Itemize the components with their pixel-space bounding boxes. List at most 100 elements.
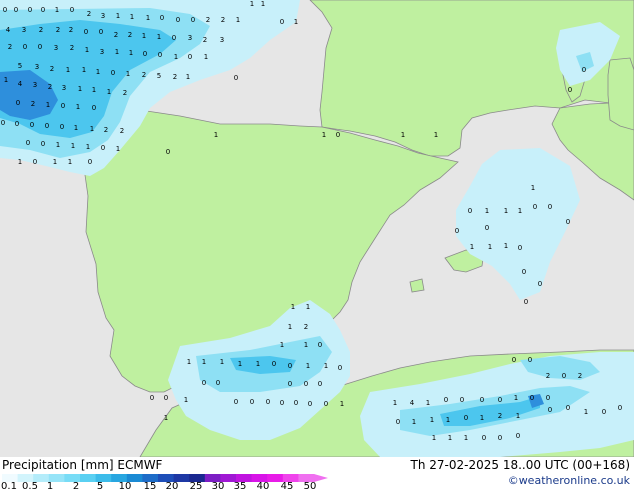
- colorbar-segment: [80, 474, 97, 482]
- precip-value-label: 0: [191, 16, 195, 24]
- precip-value-label: 1: [157, 33, 161, 41]
- precip-value-label: 1: [92, 86, 96, 94]
- precip-value-label: 0: [568, 86, 572, 94]
- precip-value-label: 0: [41, 6, 45, 14]
- precip-value-label: 1: [71, 142, 75, 150]
- precip-value-label: 2: [142, 71, 146, 79]
- precip-value-label: 0: [176, 16, 180, 24]
- precip-value-label: 2: [123, 89, 127, 97]
- colorbar-tick-label: 35: [233, 481, 247, 492]
- precip-value-label: 0: [562, 372, 566, 380]
- precip-value-label: 0: [280, 399, 284, 407]
- precip-value-label: 1: [53, 158, 57, 166]
- precip-value-label: 1: [146, 14, 150, 22]
- precip-value-label: 0: [528, 356, 532, 364]
- precip-value-label: 0: [33, 158, 37, 166]
- precip-value-label: 0: [294, 399, 298, 407]
- precip-value-label: 1: [306, 303, 310, 311]
- precip-value-label: 1: [488, 243, 492, 251]
- precip-value-label: 1: [187, 358, 191, 366]
- precip-value-label: 2: [203, 36, 207, 44]
- precip-value-label: 0: [26, 139, 30, 147]
- precip-value-label: 0: [546, 394, 550, 402]
- precip-value-label: 0: [202, 379, 206, 387]
- precip-value-label: 0: [16, 99, 20, 107]
- precip-value-label: 0: [45, 122, 49, 130]
- precip-value-label: 0: [234, 398, 238, 406]
- colorbar-tick-label: 30: [211, 481, 225, 492]
- precip-value-label: 3: [100, 48, 104, 56]
- precip-value-label: 1: [90, 125, 94, 133]
- precip-value-label: 1: [280, 341, 284, 349]
- precip-value-label: 1: [340, 400, 344, 408]
- precip-value-label: 0: [522, 268, 526, 276]
- credit-link[interactable]: ©weatheronline.co.uk: [508, 474, 630, 487]
- precip-value-label: 1: [86, 143, 90, 151]
- precip-value-label: 3: [54, 44, 58, 52]
- colorbar-tick-label: 10: [118, 481, 132, 492]
- colorbar-tick-label: 25: [189, 481, 203, 492]
- precip-value-label: 1: [78, 85, 82, 93]
- precip-value-label: 1: [446, 416, 450, 424]
- precip-value-label: 1: [76, 103, 80, 111]
- precip-value-label: 0: [38, 43, 42, 51]
- precip-value-label: 1: [82, 66, 86, 74]
- precip-value-label: 2: [578, 372, 582, 380]
- precip-value-label: 0: [288, 380, 292, 388]
- precip-value-label: 2: [70, 44, 74, 52]
- colorbar-tick-label: 20: [165, 481, 179, 492]
- precip-value-label: 1: [504, 242, 508, 250]
- precip-value-label: 3: [101, 12, 105, 20]
- precip-value-label: 0: [166, 148, 170, 156]
- precip-value-label: 1: [56, 141, 60, 149]
- precip-value-label: 5: [157, 72, 161, 80]
- precip-value-label: 1: [504, 207, 508, 215]
- run-info: Th 27-02-2025 18..00 UTC (00+168): [410, 458, 630, 472]
- precip-value-label: 0: [143, 50, 147, 58]
- precip-value-label: 1: [412, 418, 416, 426]
- precip-value-label: 0: [485, 224, 489, 232]
- precip-value-label: 0: [60, 123, 64, 131]
- precip-value-label: 1: [480, 414, 484, 422]
- precip-value-label: 0: [518, 244, 522, 252]
- precip-value-label: 0: [61, 102, 65, 110]
- precip-value-label: 2: [173, 73, 177, 81]
- precip-value-label: 2: [120, 127, 124, 135]
- precip-value-label: 0: [250, 398, 254, 406]
- precip-value-label: 0: [548, 406, 552, 414]
- precip-value-label: 2: [48, 83, 52, 91]
- precip-value-label: 0: [70, 6, 74, 14]
- precip-value-label: 1: [288, 323, 292, 331]
- precip-value-label: 0: [318, 341, 322, 349]
- colorbar-tick-label: 1: [46, 481, 54, 492]
- precip-value-label: 1: [116, 145, 120, 153]
- precip-value-label: 1: [448, 434, 452, 442]
- precip-value-label: 2: [206, 16, 210, 24]
- precip-value-label: 0: [88, 158, 92, 166]
- precip-value-label: 0: [566, 218, 570, 226]
- precip-value-label: 0: [234, 74, 238, 82]
- precip-value-label: 0: [324, 400, 328, 408]
- precip-value-label: 2: [104, 126, 108, 134]
- precip-value-label: 1: [184, 396, 188, 404]
- precip-value-label: 0: [150, 394, 154, 402]
- precip-value-label: 1: [4, 76, 8, 84]
- precip-value-label: 0: [468, 207, 472, 215]
- precip-value-label: 0: [30, 121, 34, 129]
- precip-value-label: 1: [238, 360, 242, 368]
- precip-value-label: 0: [41, 140, 45, 148]
- precip-value-label: 1: [204, 53, 208, 61]
- precip-value-label: 0: [618, 404, 622, 412]
- precip-value-label: 1: [401, 131, 405, 139]
- precipitation-map: 0 0 0 0 1 0 2 3 1 1 1 0 0 0 2 2 1 1 1 4 3 2 2 2 0 0 2 2 1 1 0 3 2 3 2 0 0 3 2 1…: [0, 0, 634, 457]
- precip-value-label: 0: [280, 18, 284, 26]
- precip-value-label: 2: [546, 372, 550, 380]
- precip-value-label: 1: [142, 32, 146, 40]
- precip-value-label: 0: [548, 203, 552, 211]
- precip-value-label: 0: [92, 104, 96, 112]
- colorbar-tick-label: 40: [256, 481, 270, 492]
- precip-value-label: 0: [464, 414, 468, 422]
- precip-value-label: 0: [158, 51, 162, 59]
- precip-value-label: 3: [220, 36, 224, 44]
- precip-value-label: 1: [393, 399, 397, 407]
